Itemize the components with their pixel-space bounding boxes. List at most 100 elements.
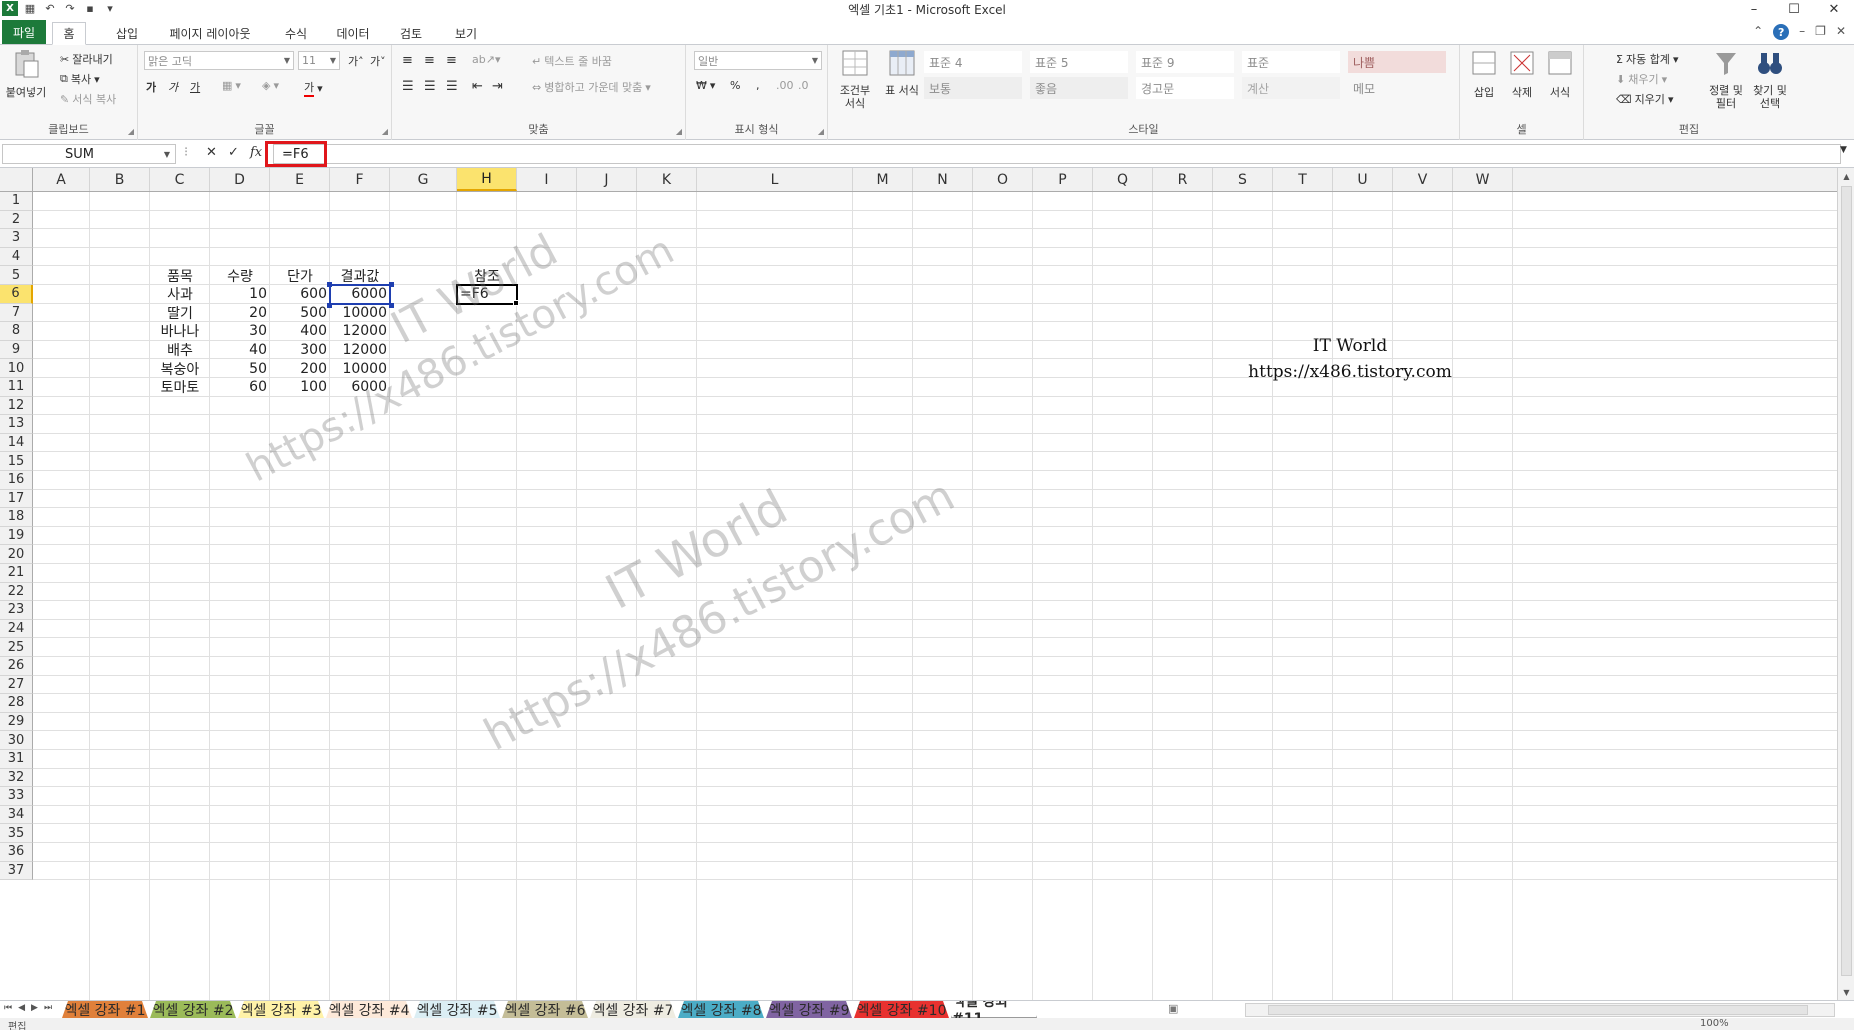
column-header-m[interactable]: M (853, 168, 913, 191)
row-header-11[interactable]: 11 (0, 378, 33, 397)
sort-filter-button[interactable]: 정렬 및 필터 (1706, 49, 1746, 110)
table-cell[interactable]: 12000 (330, 322, 390, 341)
horizontal-scroll-thumb[interactable] (1268, 1005, 1808, 1015)
row-header-3[interactable]: 3 (0, 229, 33, 248)
table-cell[interactable]: 복숭아 (150, 359, 210, 378)
dialog-launcher-icon[interactable]: ◢ (818, 127, 824, 136)
close-icon[interactable]: ✕ (1814, 0, 1854, 18)
insert-cells-button[interactable]: 삽입 (1468, 49, 1500, 100)
scroll-down-icon[interactable]: ▼ (1838, 984, 1854, 1000)
row-header-5[interactable]: 5 (0, 266, 33, 285)
row-header-8[interactable]: 8 (0, 322, 33, 341)
reference-handle[interactable] (389, 302, 394, 308)
row-header-13[interactable]: 13 (0, 415, 33, 434)
row-header-16[interactable]: 16 (0, 471, 33, 490)
formula-bar-collapse-icon[interactable]: ▼ (1840, 145, 1847, 155)
sheet-tab-9[interactable]: 엑셀 강좌 #9 (766, 1001, 852, 1018)
row-header-23[interactable]: 23 (0, 601, 33, 620)
cut-button[interactable]: ✂ 잘라내기 (60, 51, 113, 67)
row-header-18[interactable]: 18 (0, 508, 33, 527)
table-cell[interactable]: 300 (270, 341, 330, 360)
merge-center-button[interactable]: ⇔ 병합하고 가운데 맞춤 ▾ (532, 79, 651, 95)
table-header-cell[interactable]: 단가 (270, 266, 330, 285)
column-header-v[interactable]: V (1393, 168, 1453, 191)
row-header-17[interactable]: 17 (0, 489, 33, 509)
table-cell[interactable]: 400 (270, 322, 330, 341)
number-format-combo[interactable]: 일반 ▼ (694, 51, 822, 70)
table-cell[interactable]: 20 (210, 304, 270, 323)
column-header-a[interactable]: A (33, 168, 90, 191)
column-header-i[interactable]: I (517, 168, 577, 191)
table-cell[interactable]: 200 (270, 359, 330, 378)
column-header-r[interactable]: R (1153, 168, 1213, 191)
row-header-6[interactable]: 6 (0, 285, 33, 304)
italic-button[interactable]: 가 (168, 79, 178, 95)
font-name-combo[interactable]: 맑은 고딕 ▼ (144, 51, 294, 70)
column-header-n[interactable]: N (913, 168, 973, 191)
format-painter-button[interactable]: ✎ 서식 복사 (60, 91, 116, 107)
horizontal-scrollbar[interactable] (1245, 1003, 1835, 1017)
table-cell[interactable]: 60 (210, 378, 270, 397)
table-cell[interactable]: 토마토 (150, 378, 210, 397)
table-cell[interactable]: 10 (210, 285, 270, 304)
align-top-icon[interactable]: ≡ (402, 53, 413, 68)
select-all-corner[interactable] (0, 168, 33, 191)
paste-button[interactable]: 붙여넣기 (6, 49, 46, 100)
sheet-tab-7[interactable]: 엑셀 강좌 #7 (590, 1001, 676, 1018)
row-header-15[interactable]: 15 (0, 452, 33, 471)
underline-button[interactable]: 가 (190, 79, 200, 95)
maximize-icon[interactable]: ☐ (1774, 0, 1814, 18)
sheet-tab-3[interactable]: 엑셀 강좌 #3 (238, 1001, 324, 1018)
cell-style-0[interactable]: 표준 4 (924, 51, 1022, 73)
row-header-26[interactable]: 26 (0, 657, 33, 676)
border-button[interactable]: ▦ ▾ (222, 79, 241, 92)
row-header-25[interactable]: 25 (0, 638, 33, 657)
tab-insert[interactable]: 삽입 (104, 22, 150, 45)
table-cell[interactable]: 30 (210, 322, 270, 341)
increase-indent-icon[interactable]: ⇥ (492, 79, 503, 94)
row-header-10[interactable]: 10 (0, 359, 33, 378)
sheet-tab-5[interactable]: 엑셀 강좌 #5 (414, 1001, 500, 1018)
cell-style-7[interactable]: 경고문 (1136, 77, 1234, 99)
clear-button[interactable]: ⌫ 지우기 ▾ (1616, 91, 1673, 107)
row-header-34[interactable]: 34 (0, 805, 33, 825)
column-header-s[interactable]: S (1213, 168, 1273, 191)
fill-button[interactable]: ⬇ 채우기 ▾ (1616, 71, 1667, 87)
minimize-icon[interactable]: – (1734, 0, 1774, 18)
doc-restore-icon[interactable]: ❐ (1815, 24, 1826, 40)
sheet-tab-11[interactable]: 엑셀 강좌 #11 (951, 1001, 1037, 1018)
table-cell[interactable]: 600 (270, 285, 330, 304)
tab-file[interactable]: 파일 (2, 20, 46, 44)
next-sheet-icon[interactable]: ▶ (31, 1003, 38, 1013)
formula-input[interactable]: =F6 (273, 144, 1841, 164)
row-header-19[interactable]: 19 (0, 526, 33, 546)
cell-style-1[interactable]: 표준 5 (1030, 51, 1128, 73)
tab-page-layout[interactable]: 페이지 레이아웃 (160, 22, 260, 45)
reference-handle[interactable] (327, 302, 332, 308)
row-header-31[interactable]: 31 (0, 750, 33, 769)
row-header-33[interactable]: 33 (0, 787, 33, 806)
worksheet-grid[interactable]: ABCDEFGHIJKLMNOPQRSTUVW 1 2 3 4 5 6 7 8 9 10 11 12 1… (0, 168, 1837, 1000)
row-header-4[interactable]: 4 (0, 247, 33, 267)
tab-home[interactable]: 홈 (52, 22, 86, 45)
format-as-table-button[interactable]: 표 서식 (882, 49, 922, 97)
table-cell[interactable]: 딸기 (150, 304, 210, 323)
column-header-w[interactable]: W (1453, 168, 1513, 191)
help-icon[interactable]: ? (1773, 24, 1790, 40)
scroll-up-icon[interactable]: ▲ (1838, 168, 1854, 184)
column-header-c[interactable]: C (150, 168, 210, 191)
table-cell[interactable]: 40 (210, 341, 270, 360)
table-cell[interactable]: 바나나 (150, 322, 210, 341)
sheet-tab-6[interactable]: 엑셀 강좌 #6 (502, 1001, 588, 1018)
sheet-tab-1[interactable]: 엑셀 강좌 #1 (62, 1001, 148, 1018)
doc-minimize-icon[interactable]: – (1799, 24, 1805, 40)
column-header-b[interactable]: B (90, 168, 150, 191)
column-header-t[interactable]: T (1273, 168, 1333, 191)
first-sheet-icon[interactable]: ⏮ (4, 1003, 12, 1013)
tab-review[interactable]: 검토 (389, 22, 433, 45)
cell-style-2[interactable]: 표준 9 (1136, 51, 1234, 73)
table-cell[interactable]: 배추 (150, 341, 210, 360)
decrease-decimal-icon[interactable]: .0 (798, 79, 809, 92)
align-center-icon[interactable]: ☰ (424, 79, 436, 94)
delete-cells-button[interactable]: 삭제 (1506, 49, 1538, 100)
